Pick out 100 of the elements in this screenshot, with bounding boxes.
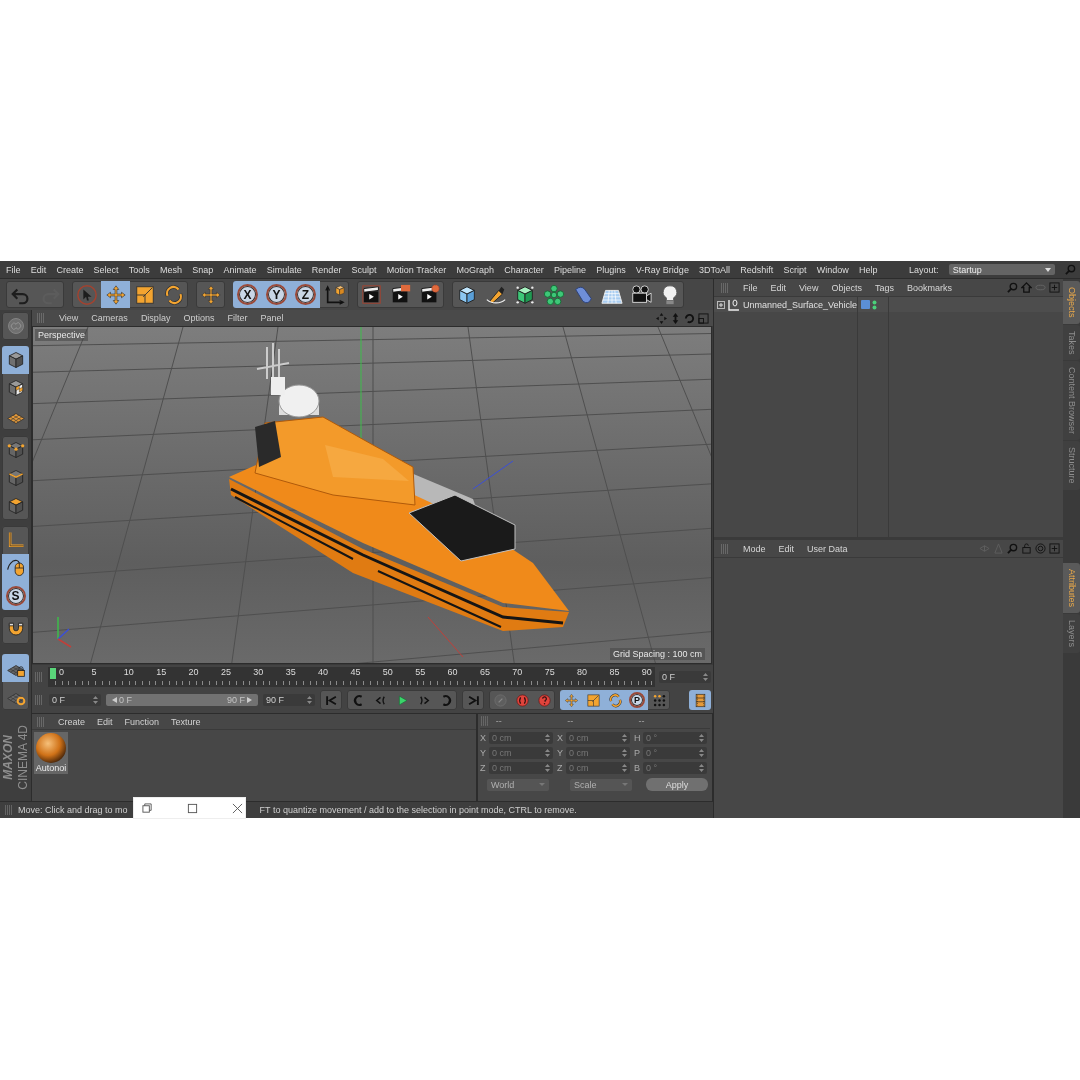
target-icon[interactable]	[1035, 543, 1046, 554]
search-icon[interactable]	[1007, 543, 1018, 554]
menu-item[interactable]: Pipeline	[553, 264, 586, 275]
menu-item[interactable]: Objects	[831, 282, 862, 293]
grip-handle-icon	[720, 543, 730, 554]
menu-item[interactable]: Panel	[260, 313, 284, 323]
menu-item[interactable]: Plugins	[596, 264, 626, 275]
menu-item[interactable]: Display	[140, 313, 171, 323]
menu-item[interactable]: Filter	[227, 313, 248, 323]
menu-item[interactable]: Create	[58, 716, 85, 727]
menu-item[interactable]: Sculpt	[351, 264, 377, 275]
frame-number: 5	[91, 666, 98, 677]
product-logo-text: CINEMA 4D	[16, 724, 30, 790]
material-name: Autonoi	[35, 763, 67, 773]
window-control-button[interactable]	[142, 802, 153, 814]
menu-item[interactable]: Redshift	[740, 264, 774, 275]
menu-item[interactable]: Edit	[770, 282, 787, 293]
window-control-button[interactable]	[232, 802, 243, 814]
axis-label: Z	[557, 763, 563, 773]
lock-icon[interactable]	[1021, 543, 1032, 554]
null-object-icon	[727, 298, 740, 311]
menu-item[interactable]: Options	[183, 313, 215, 323]
menu-item[interactable]: Motion Tracker	[386, 264, 447, 275]
menu-item[interactable]: MoGraph	[456, 264, 495, 275]
dot-grid-icon	[651, 692, 667, 708]
apply-button[interactable]: Apply	[646, 778, 708, 791]
mode-dropdown[interactable]: World	[487, 778, 550, 791]
menu-item[interactable]: Cameras	[91, 313, 128, 323]
frame-number: 55	[415, 666, 426, 677]
menu-item[interactable]: 3DToAll	[699, 264, 731, 275]
menu-item[interactable]: Function	[124, 716, 160, 727]
axis-letter-button[interactable]: P	[626, 690, 648, 710]
end-frame-field[interactable]: 90 F	[263, 694, 315, 706]
axis-letter-button[interactable]: Y	[262, 281, 291, 308]
menu-item[interactable]: Simulate	[266, 264, 302, 275]
move-button[interactable]	[101, 281, 130, 308]
menu-item[interactable]: Edit	[30, 264, 47, 275]
menu-item[interactable]: Edit	[778, 543, 795, 554]
menu-item[interactable]: Animate	[223, 264, 257, 275]
menu-item[interactable]: Create	[56, 264, 84, 275]
restore-icon	[142, 802, 153, 814]
maximize-view-icon[interactable]	[698, 312, 709, 324]
axis-label: X	[557, 733, 563, 743]
spinner-arrows-icon	[622, 764, 627, 772]
flower-cluster-icon	[542, 283, 565, 306]
expand-toggle-icon[interactable]	[717, 300, 725, 309]
current-frame-field[interactable]: 0 F	[659, 670, 711, 683]
menu-item[interactable]: Script	[783, 264, 807, 275]
model-button[interactable]	[2, 346, 29, 374]
tweak-button[interactable]	[2, 554, 29, 582]
panel-tab[interactable]: Attributes	[1063, 562, 1080, 613]
playhead-marker[interactable]	[50, 667, 56, 679]
menu-item[interactable]: Select	[93, 264, 119, 275]
panel-tab[interactable]: Objects	[1063, 281, 1080, 324]
move-view-icon[interactable]	[656, 312, 667, 324]
zoom-view-icon[interactable]	[670, 312, 681, 324]
menu-item[interactable]: Snap	[192, 264, 214, 275]
new-window-icon[interactable]	[1049, 543, 1060, 554]
layout-dropdown[interactable]: Startup	[948, 264, 1055, 275]
timeline-ruler[interactable]: 0 5 10 15 20 25 30 35 40 45 50 55 60 65 70 75 80 85 90	[48, 666, 655, 687]
menu-item[interactable]: Mesh	[160, 264, 183, 275]
menu-item[interactable]: File	[6, 264, 21, 275]
arrow-cursor-icon	[75, 283, 98, 306]
rotate-view-icon[interactable]	[684, 312, 695, 324]
axis-letter-button[interactable]: S	[2, 582, 29, 610]
brand-logo-text: MAXON	[1, 734, 15, 780]
menu-item[interactable]: V-Ray Bridge	[635, 264, 689, 275]
material-swatch[interactable]: Autonoi	[34, 732, 68, 774]
lock-grid-button[interactable]	[2, 654, 29, 682]
menu-item[interactable]: Tools	[128, 264, 150, 275]
axis-letter-button[interactable]: Z	[291, 281, 320, 308]
menu-item[interactable]: View	[799, 282, 819, 293]
menu-item[interactable]: Help	[858, 264, 878, 275]
menu-item[interactable]: Mode	[743, 543, 766, 554]
menu-item[interactable]: Bookmarks	[906, 282, 952, 293]
object-name: Unmanned_Surface_Vehicle	[742, 299, 857, 310]
window-control-button[interactable]	[187, 802, 198, 814]
home-icon[interactable]	[1021, 282, 1032, 293]
menu-item[interactable]: Texture	[171, 716, 201, 727]
menu-item[interactable]: Edit	[97, 716, 113, 727]
new-window-icon[interactable]	[1049, 282, 1060, 293]
scale-square-icon	[133, 283, 156, 306]
menu-item[interactable]: File	[743, 282, 758, 293]
menu-item[interactable]: Window	[816, 264, 849, 275]
question-circle-icon	[536, 692, 552, 708]
menu-item[interactable]: Render	[311, 264, 342, 275]
menu-item[interactable]: Character	[504, 264, 544, 275]
axis-letter-button[interactable]: X	[233, 281, 262, 308]
film-button[interactable]	[689, 690, 711, 710]
mode-dropdown[interactable]: Scale	[570, 778, 633, 791]
spinner-arrows-icon	[545, 734, 550, 742]
start-frame-field[interactable]: 0 F	[49, 694, 101, 706]
column-header: --	[638, 716, 646, 726]
visibility-dots-icon[interactable]	[872, 299, 877, 310]
menu-item[interactable]: Tags	[874, 282, 894, 293]
frame-number: 75	[544, 666, 555, 677]
search-icon[interactable]	[1007, 282, 1018, 293]
menu-item[interactable]: View	[59, 313, 79, 323]
object-row[interactable]: Unmanned_Surface_Vehicle	[714, 297, 857, 312]
menu-item[interactable]: User Data	[807, 543, 848, 554]
